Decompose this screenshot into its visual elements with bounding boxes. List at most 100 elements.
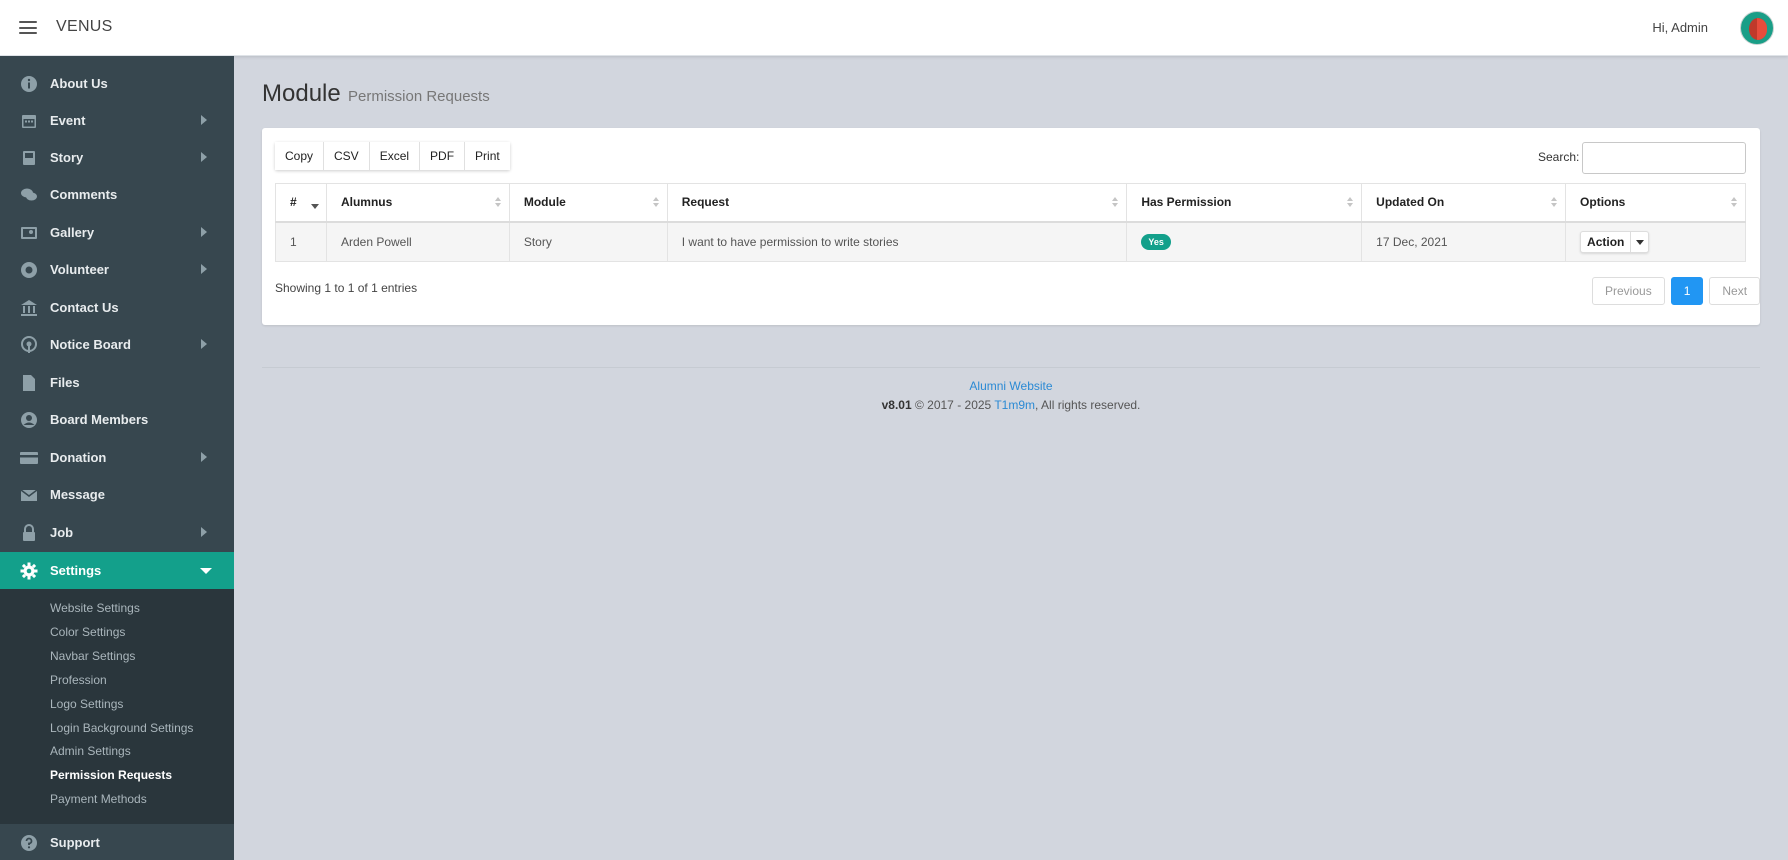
submenu-item-permission-requests[interactable]: Permission Requests — [50, 768, 172, 782]
submenu-item-logo-settings[interactable]: Logo Settings — [50, 697, 123, 711]
csv-button[interactable]: CSV — [324, 142, 370, 170]
sidebar-item-label: Support — [50, 835, 100, 850]
cell-alumnus: Arden Powell — [325, 221, 510, 262]
sidebar-item-label: Donation — [50, 450, 107, 465]
column-label: # — [290, 195, 297, 210]
excel-button[interactable]: Excel — [369, 142, 421, 170]
pagination-next-button[interactable]: Next — [1709, 277, 1761, 305]
column-header-options[interactable]: Options — [1565, 183, 1746, 223]
column-label: Alumnus — [340, 195, 393, 210]
chevron-down-icon — [200, 568, 212, 574]
cell-module: Story — [508, 221, 668, 262]
sidebar-item-comments[interactable]: Comments — [0, 176, 234, 213]
sort-icon — [1347, 197, 1354, 209]
submenu-item-navbar-settings[interactable]: Navbar Settings — [50, 649, 135, 663]
hamburger-menu-icon[interactable] — [19, 21, 37, 34]
submenu-item-login-background-settings[interactable]: Login Background Settings — [50, 721, 193, 735]
credit-card-icon — [20, 452, 38, 464]
pagination-page-button[interactable]: 1 — [1670, 277, 1704, 305]
footer-author-link[interactable]: T1m9m — [994, 398, 1035, 412]
sidebar-item-about-us[interactable]: About Us — [0, 65, 234, 102]
permission-requests-box: Copy CSV Excel PDF Print Search: # Alumn… — [262, 128, 1761, 325]
action-label: Action — [1587, 234, 1625, 249]
user-circle-icon — [21, 412, 37, 428]
cell-updated-on: 17 Dec, 2021 — [1361, 221, 1567, 262]
pdf-button[interactable]: PDF — [420, 142, 466, 170]
submenu-item-color-settings[interactable]: Color Settings — [50, 625, 125, 639]
table-row: 1 Arden Powell Story I want to have perm… — [275, 221, 1746, 262]
sidebar-item-label: Job — [50, 525, 74, 540]
search-input[interactable] — [1582, 142, 1746, 174]
sidebar-item-support[interactable]: Support — [0, 824, 234, 860]
submenu-item-payment-methods[interactable]: Payment Methods — [50, 792, 147, 806]
chevron-right-icon — [201, 264, 207, 274]
sidebar-item-job[interactable]: Job — [0, 514, 234, 551]
column-header-number[interactable]: # — [275, 183, 327, 223]
sort-icon — [652, 197, 659, 209]
page-title: Module — [262, 80, 341, 107]
sort-icon — [1112, 197, 1119, 209]
gear-icon — [20, 562, 38, 580]
lifebuoy-icon — [21, 262, 37, 278]
sort-icon — [1731, 197, 1737, 209]
sidebar-item-notice-board[interactable]: Notice Board — [0, 326, 234, 363]
file-icon — [23, 375, 35, 391]
sidebar-item-contact-us[interactable]: Contact Us — [0, 289, 234, 326]
page-subtitle: Permission Requests — [348, 88, 490, 105]
column-header-alumnus[interactable]: Alumnus — [325, 183, 510, 223]
column-header-request[interactable]: Request — [666, 183, 1128, 223]
footer-site-link[interactable]: Alumni Website — [262, 379, 1760, 393]
sort-icon — [1551, 197, 1558, 209]
podcast-icon — [21, 336, 37, 353]
sidebar-item-files[interactable]: Files — [0, 364, 234, 401]
action-dropdown-button[interactable]: Action — [1580, 230, 1650, 253]
sidebar-item-board-members[interactable]: Board Members — [0, 401, 234, 438]
sidebar-item-settings[interactable]: Settings — [0, 552, 234, 589]
user-avatar[interactable] — [1740, 11, 1774, 45]
calendar-icon — [22, 115, 36, 128]
submenu-item-admin-settings[interactable]: Admin Settings — [50, 744, 131, 758]
permission-requests-table: # Alumnus Module Request Has Permission … — [275, 183, 1746, 262]
copy-button[interactable]: Copy — [275, 142, 325, 170]
sort-icon — [494, 197, 501, 209]
cell-number: 1 — [275, 221, 327, 262]
sidebar-item-donation[interactable]: Donation — [0, 439, 234, 476]
column-header-has-permission[interactable]: Has Permission — [1126, 183, 1363, 223]
sidebar-item-story[interactable]: Story — [0, 139, 234, 176]
brand-name[interactable]: VENUS — [56, 18, 113, 36]
user-greeting[interactable]: Hi, Admin — [1652, 20, 1708, 35]
caret-down-icon — [1630, 230, 1648, 253]
settings-submenu: Website Settings Color Settings Navbar S… — [0, 589, 234, 824]
footer-rights: , All rights reserved. — [1035, 398, 1141, 412]
column-label: Module — [523, 195, 566, 210]
submenu-item-website-settings[interactable]: Website Settings — [50, 601, 140, 615]
column-label: Request — [681, 195, 730, 210]
cell-options: Action — [1565, 221, 1746, 262]
sidebar-item-volunteer[interactable]: Volunteer — [0, 251, 234, 288]
column-header-updated-on[interactable]: Updated On — [1361, 183, 1567, 223]
chevron-right-icon — [201, 527, 207, 537]
envelope-icon — [20, 489, 38, 501]
sidebar-item-label: Files — [50, 375, 80, 390]
sidebar-item-label: Comments — [50, 187, 118, 202]
sidebar-item-label: Event — [50, 113, 86, 128]
chevron-right-icon — [201, 227, 207, 237]
footer-divider — [262, 367, 1760, 368]
sidebar-item-message[interactable]: Message — [0, 476, 234, 513]
submenu-item-profession[interactable]: Profession — [50, 673, 107, 687]
book-icon — [23, 151, 35, 165]
print-button[interactable]: Print — [465, 142, 510, 170]
pagination-previous-button[interactable]: Previous — [1592, 277, 1665, 305]
chevron-right-icon — [201, 115, 207, 125]
image-icon — [21, 227, 37, 239]
pagination: Previous 1 Next — [1592, 277, 1761, 305]
search-label: Search: — [1538, 150, 1580, 164]
sidebar-item-gallery[interactable]: Gallery — [0, 214, 234, 251]
sidebar-item-label: Contact Us — [50, 300, 119, 315]
footer-version: v8.01 — [881, 398, 912, 412]
column-header-module[interactable]: Module — [508, 183, 668, 223]
permission-status-badge: Yes — [1141, 233, 1171, 250]
sidebar-item-event[interactable]: Event — [0, 102, 234, 139]
column-label: Options — [1580, 195, 1626, 210]
cell-request: I want to have permission to write stori… — [666, 221, 1128, 262]
